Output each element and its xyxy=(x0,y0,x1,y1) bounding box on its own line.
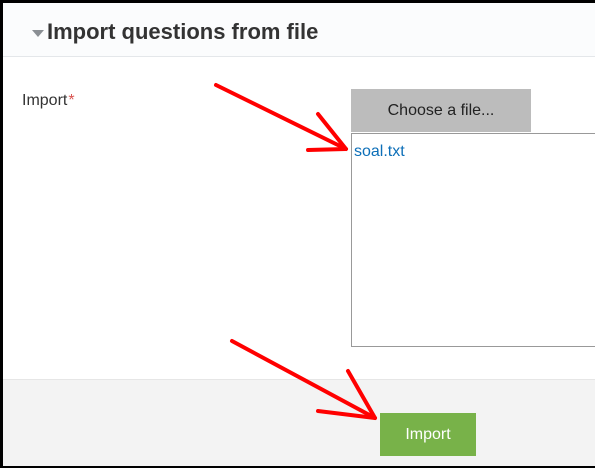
required-marker: * xyxy=(68,92,75,109)
selected-file-link[interactable]: soal.txt xyxy=(354,143,405,161)
import-button[interactable]: Import xyxy=(380,413,476,456)
import-label-text: Import xyxy=(22,92,68,109)
form-footer xyxy=(3,379,595,466)
import-field-label: Import* xyxy=(22,92,75,110)
section-header[interactable]: Import questions from file xyxy=(3,3,595,57)
section-title: Import questions from file xyxy=(47,19,319,44)
triangle-down-icon[interactable] xyxy=(32,30,44,37)
choose-file-button[interactable]: Choose a file... xyxy=(351,89,531,132)
file-drop-area[interactable]: soal.txt xyxy=(351,133,595,347)
